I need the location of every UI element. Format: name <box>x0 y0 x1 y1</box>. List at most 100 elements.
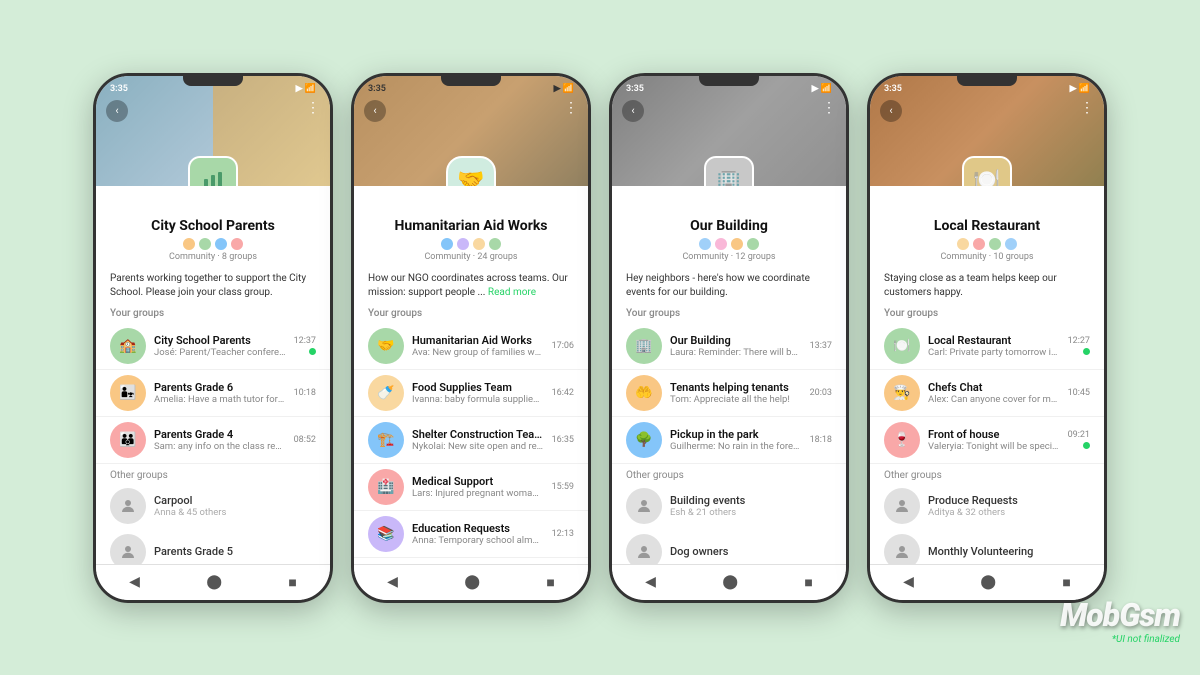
group-name: Parents Grade 6 <box>154 381 286 394</box>
group-item[interactable]: 👨‍🍳 Chefs Chat Alex: Can anyone cover fo… <box>870 370 1104 417</box>
other-group-item[interactable]: Monthly Volunteering <box>870 529 1104 564</box>
nav-recent[interactable]: ■ <box>804 574 812 591</box>
back-button-4[interactable]: ‹ <box>880 100 902 122</box>
group-info: Parents Grade 6 Amelia: Have a math tuto… <box>154 381 286 405</box>
more-button-2[interactable]: ⋮ <box>564 100 578 116</box>
page-wrapper: 3:35 ▶ 📶 ‹ ⋮ City School Parents <box>0 0 1200 675</box>
group-avatar: 👪 <box>110 422 146 458</box>
back-button-1[interactable]: ‹ <box>106 100 128 122</box>
group-name: Food Supplies Team <box>412 381 544 394</box>
nav-recent[interactable]: ■ <box>288 574 296 591</box>
other-avatar <box>884 534 920 564</box>
group-meta: 10:18 <box>294 388 316 398</box>
avatar-dot <box>488 237 502 251</box>
group-item[interactable]: 🤝 Humanitarian Aid Works Ava: New group … <box>354 323 588 370</box>
nav-home[interactable]: ⬤ <box>722 574 738 590</box>
group-info: Humanitarian Aid Works Ava: New group of… <box>412 334 544 358</box>
other-group-name: Carpool <box>154 494 226 507</box>
nav-home[interactable]: ⬤ <box>206 574 222 590</box>
back-button-2[interactable]: ‹ <box>364 100 386 122</box>
avatar-dot <box>1004 237 1018 251</box>
group-avatar: 👨‍👧 <box>110 375 146 411</box>
shelter-construction-group-name: Shelter Construction Team <box>412 428 544 441</box>
community-info-4: Local Restaurant Community · 10 groups <box>870 214 1104 268</box>
back-button-3[interactable]: ‹ <box>622 100 644 122</box>
more-button-4[interactable]: ⋮ <box>1080 100 1094 116</box>
nav-back[interactable]: ◀ <box>129 574 140 590</box>
groups-list-4: 🍽️ Local Restaurant Carl: Private party … <box>870 323 1104 564</box>
other-avatar <box>884 488 920 524</box>
more-button-1[interactable]: ⋮ <box>306 100 320 116</box>
group-time: 17:06 <box>552 341 574 351</box>
nav-back[interactable]: ◀ <box>645 574 656 590</box>
other-groups-label-4: Other groups <box>870 464 1104 483</box>
group-item[interactable]: 🤲 Tenants helping tenants Tom: Appreciat… <box>612 370 846 417</box>
avatar-dot <box>714 237 728 251</box>
group-name: Our Building <box>670 334 802 347</box>
group-item[interactable]: 👨‍👧 Parents Grade 6 Amelia: Have a math … <box>96 370 330 417</box>
group-meta: 17:06 <box>552 341 574 351</box>
group-item[interactable]: 👪 Parents Grade 4 Sam: any info on the c… <box>96 417 330 464</box>
group-avatar: 🍷 <box>884 422 920 458</box>
member-avatars-4 <box>880 237 1094 251</box>
other-avatar <box>626 488 662 524</box>
other-group-item[interactable]: Parents Grade 5 <box>96 529 330 564</box>
other-group-name: Dog owners <box>670 545 728 558</box>
group-item[interactable]: 🏫 City School Parents José: Parent/Teach… <box>96 323 330 370</box>
group-name: Parents Grade 4 <box>154 428 286 441</box>
other-group-item[interactable]: Dog owners <box>612 529 846 564</box>
group-item[interactable]: 🌳 Pickup in the park Guilherme: No rain … <box>612 417 846 464</box>
group-info: Local Restaurant Carl: Private party tom… <box>928 334 1060 358</box>
other-avatar <box>626 534 662 564</box>
community-name-2: Humanitarian Aid Works <box>364 218 578 234</box>
avatar-dot <box>182 237 196 251</box>
group-info: Medical Support Lars: Injured pregnant w… <box>412 475 544 499</box>
other-group-item[interactable]: Produce Requests Aditya & 32 others <box>870 483 1104 529</box>
community-desc-1: Parents working together to support the … <box>96 268 330 306</box>
group-item[interactable]: 🍼 Food Supplies Team Ivanna: baby formul… <box>354 370 588 417</box>
phone-city-school: 3:35 ▶ 📶 ‹ ⋮ City School Parents <box>93 73 333 603</box>
community-desc-4: Staying close as a team helps keep our c… <box>870 268 1104 306</box>
group-time: 10:18 <box>294 388 316 398</box>
nav-home[interactable]: ⬤ <box>464 574 480 590</box>
group-meta: 15:59 <box>552 482 574 492</box>
groups-list-3: 🏢 Our Building Laura: Reminder: There wi… <box>612 323 846 564</box>
group-time: 20:03 <box>810 388 832 398</box>
group-meta: 08:52 <box>294 435 316 445</box>
other-group-item[interactable]: Carpool Anna & 45 others <box>96 483 330 529</box>
group-name: Tenants helping tenants <box>670 381 802 394</box>
shelter-construction-group-item[interactable]: 🏗️ Shelter Construction Team Nykolai: Ne… <box>354 417 588 464</box>
more-button-3[interactable]: ⋮ <box>822 100 836 116</box>
phone-nav-3: ◀ ⬤ ■ <box>612 564 846 600</box>
nav-recent[interactable]: ■ <box>546 574 554 591</box>
read-more-link[interactable]: Read more <box>488 287 536 298</box>
group-meta: 12:13 <box>552 529 574 539</box>
group-time: 12:37 <box>294 336 316 346</box>
group-time: 16:42 <box>552 388 574 398</box>
unread-dot <box>1083 442 1090 449</box>
nav-recent[interactable]: ■ <box>1062 574 1070 591</box>
group-preview: Sam: any info on the class recital? <box>154 441 286 452</box>
group-item[interactable]: 🏥 Medical Support Lars: Injured pregnant… <box>354 464 588 511</box>
group-time: 16:35 <box>552 435 574 445</box>
other-group-item[interactable]: Building events Esh & 21 others <box>612 483 846 529</box>
group-item[interactable]: 🍽️ Local Restaurant Carl: Private party … <box>870 323 1104 370</box>
your-groups-label-1: Your groups <box>96 306 330 323</box>
group-item[interactable]: 📚 Education Requests Anna: Temporary sch… <box>354 511 588 558</box>
avatar-dot <box>214 237 228 251</box>
phone-humanitarian: 3:35 ▶ 📶 ‹ ⋮ 🤝 Humanitarian Aid Works <box>351 73 591 603</box>
nav-back[interactable]: ◀ <box>387 574 398 590</box>
community-avatar-1 <box>188 156 238 186</box>
group-name: Medical Support <box>412 475 544 488</box>
other-group-name: Monthly Volunteering <box>928 545 1033 558</box>
group-preview: Laura: Reminder: There will be ... 📌 <box>670 347 802 358</box>
nav-home[interactable]: ⬤ <box>980 574 996 590</box>
group-item[interactable]: 🏢 Our Building Laura: Reminder: There wi… <box>612 323 846 370</box>
group-item[interactable]: 🍷 Front of house Valeryia: Tonight will … <box>870 417 1104 464</box>
group-preview: José: Parent/Teacher conferences ... <box>154 347 286 358</box>
community-desc-3: Hey neighbors - here's how we coordinate… <box>612 268 846 306</box>
phone-notch <box>183 76 243 86</box>
nav-back[interactable]: ◀ <box>903 574 914 590</box>
group-meta: 16:35 <box>552 435 574 445</box>
group-info: Parents Grade 4 Sam: any info on the cla… <box>154 428 286 452</box>
